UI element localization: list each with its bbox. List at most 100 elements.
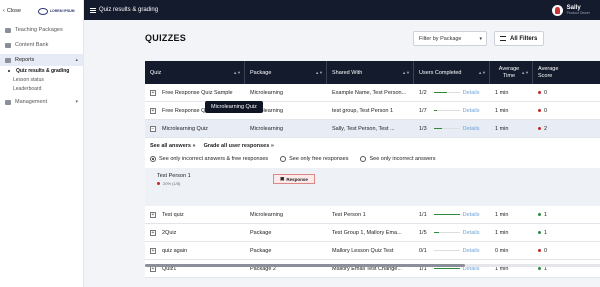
average-score-cell: 0	[533, 84, 600, 101]
quiz-name-tooltip: Microlearning Quiz	[205, 101, 263, 113]
status-dot-icon	[538, 127, 541, 130]
progress-bar	[433, 267, 460, 270]
table-row[interactable]: − Microlearning Quiz Microlearning Sally, T…	[145, 120, 600, 138]
quizzes-table: Quiz ▲▼ Package ▲▼ Shared With ▲▼ Users Com…	[145, 61, 600, 278]
all-filters-button[interactable]: All Filters	[494, 31, 544, 46]
chevron-down-icon: ▾	[75, 99, 78, 105]
logo-mark	[37, 7, 48, 15]
details-link[interactable]: Details	[463, 126, 480, 132]
person-name: Test Person 1	[157, 173, 191, 179]
package-cell: Microlearning	[250, 125, 284, 132]
person-score: 20% (1/5)	[157, 181, 180, 186]
sort-icon: ▲▼	[521, 70, 529, 75]
user-response-panel: Test Person 1 20% (1/5) ▣ Response	[145, 168, 600, 206]
users-completed-cell: 1/5 Details	[419, 229, 480, 236]
radio-selected-icon	[150, 156, 156, 162]
folder-icon	[5, 27, 11, 33]
table-row[interactable]: + Free Response Quiz Sample Microlearning E…	[145, 84, 600, 102]
sidebar-item-management[interactable]: Management ▾	[0, 96, 83, 108]
sort-icon: ▲▼	[233, 70, 241, 75]
expand-toggle-icon[interactable]: +	[150, 107, 156, 114]
shared-with-cell: Test Person 1	[332, 211, 366, 218]
table-row[interactable]: +2Quiz Package Test Group 1, Mallory Ema..…	[145, 224, 600, 242]
package-cell: Microlearning	[250, 89, 284, 96]
close-button[interactable]: ‹ Close	[3, 8, 21, 14]
column-header-shared-with[interactable]: Shared With ▲▼	[327, 61, 414, 84]
expand-toggle-icon[interactable]: +	[150, 247, 156, 254]
users-completed-cell: 0/1 Details	[419, 247, 480, 254]
chevron-down-icon: ▾	[479, 35, 482, 42]
quiz-name: quiz again	[162, 247, 188, 254]
average-score-cell: 2	[533, 120, 600, 137]
column-header-package[interactable]: Package ▲▼	[245, 61, 327, 84]
shared-with-cell: Mallory Email Test Change...	[332, 265, 402, 272]
shared-with-cell: test group, Test Person 1	[332, 107, 394, 114]
expand-toggle-icon[interactable]: −	[150, 125, 156, 132]
status-dot-icon	[157, 182, 160, 185]
package-filter-select[interactable]: Filter by Package ▾	[413, 31, 487, 46]
radio-free-only[interactable]: See only free responses	[280, 156, 348, 162]
users-completed-cell: 1/3 Details	[419, 125, 480, 132]
horizontal-scrollbar[interactable]	[145, 264, 600, 267]
sidebar-subitem-lesson-status[interactable]: Lesson status	[0, 75, 83, 84]
response-button[interactable]: ▣ Response	[273, 174, 315, 184]
table-row[interactable]: + quiz again Package Mallory Lesson Quiz Te…	[145, 242, 600, 260]
user-menu[interactable]: Sally Product Owner	[551, 4, 590, 16]
menu-icon[interactable]	[90, 7, 96, 13]
quiz-name: Microlearning Quiz	[162, 125, 208, 132]
table-row[interactable]: + Test quiz Microlearning Test Person 1 1/1 D…	[145, 206, 600, 224]
average-time-cell: 1 min	[495, 125, 509, 132]
radio-icon	[360, 156, 367, 162]
users-completed-cell: 1/2 Details	[419, 89, 480, 96]
sidebar-item-content-bank[interactable]: Content Bank	[0, 39, 83, 51]
details-link[interactable]: Details	[463, 230, 480, 236]
sidebar: ‹ Close LOREM IPSUM Teaching Packages Co…	[0, 0, 84, 287]
bullet-icon	[8, 69, 10, 72]
progress-bar	[433, 249, 460, 252]
scrollbar-thumb[interactable]	[145, 264, 465, 267]
expand-toggle-icon[interactable]: +	[150, 229, 156, 236]
column-header-quiz[interactable]: Quiz ▲▼	[145, 61, 245, 84]
average-time-cell: 0 min	[495, 247, 509, 254]
package-cell: Package	[250, 229, 272, 236]
sidebar-subitem-quiz-results[interactable]: Quiz results & grading	[0, 66, 83, 75]
radio-icon	[280, 156, 287, 162]
see-all-answers-link[interactable]: See all answers »	[150, 143, 196, 149]
average-score-cell: 1	[533, 260, 600, 277]
shared-with-cell: Sally, Test Person, Test ...	[332, 125, 395, 132]
details-link[interactable]: Details	[463, 248, 480, 254]
details-link[interactable]: Details	[463, 212, 480, 218]
filter-icon	[500, 36, 506, 41]
details-link[interactable]: Details	[463, 90, 480, 96]
users-icon	[5, 99, 11, 105]
topbar: Quiz results & grading Sally Product Own…	[84, 0, 600, 20]
status-dot-icon	[538, 231, 541, 234]
sidebar-item-reports[interactable]: Reports ▴	[0, 54, 83, 66]
expand-toggle-icon[interactable]: +	[150, 89, 156, 96]
quiz-name: Test quiz	[162, 211, 184, 218]
radio-incorrect-and-free[interactable]: See only incorrect answers & free respon…	[150, 156, 268, 162]
users-completed-cell: 1/1 Details	[419, 211, 480, 218]
column-header-average-time[interactable]: Average Time ▲▼	[490, 61, 533, 84]
users-completed-cell: 1/7 Details	[419, 107, 480, 114]
table-header: Quiz ▲▼ Package ▲▼ Shared With ▲▼ Users Com…	[145, 61, 600, 84]
radio-incorrect-only[interactable]: See only incorrect answers	[360, 156, 436, 162]
column-header-users-completed[interactable]: Users Completed ▲▼	[414, 61, 490, 84]
package-cell: Microlearning	[250, 211, 284, 218]
expand-toggle-icon[interactable]: +	[150, 211, 156, 218]
details-link[interactable]: Details	[463, 108, 480, 114]
avatar	[551, 4, 563, 16]
status-dot-icon	[538, 213, 541, 216]
grade-all-responses-link[interactable]: Grade all user responses »	[204, 143, 274, 149]
progress-bar	[433, 91, 460, 94]
sidebar-item-teaching-packages[interactable]: Teaching Packages	[0, 24, 83, 36]
average-time-cell: 1 min	[495, 211, 509, 218]
column-header-average-score[interactable]: Average Score	[533, 61, 600, 84]
status-dot-icon	[538, 267, 541, 270]
folder-icon	[5, 42, 11, 48]
average-time-cell: 1 min	[495, 265, 509, 272]
sidebar-subitem-leaderboard[interactable]: Leaderboard	[0, 84, 83, 93]
table-row[interactable]: + Quiz1 Package 2 Mallory Email Test Change…	[145, 260, 600, 278]
shared-with-cell: Test Group 1, Mallory Ema...	[332, 229, 402, 236]
shared-with-cell: Example Name, Test Person...	[332, 89, 407, 96]
